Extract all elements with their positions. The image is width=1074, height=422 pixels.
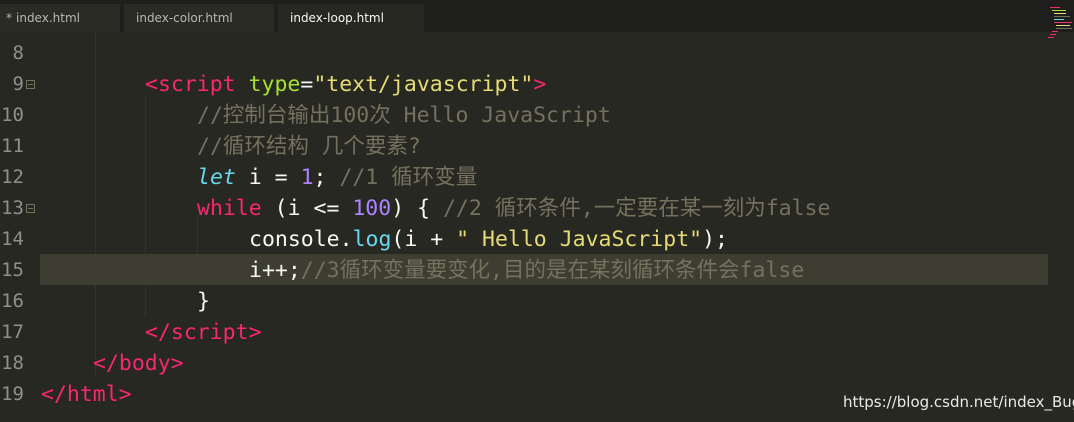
line-number: 14	[1, 228, 24, 250]
comment: //2 循环条件,一定要在某一刻为false	[442, 196, 831, 221]
code-text: ;	[313, 165, 340, 190]
minimap-line	[1052, 31, 1058, 32]
tag-bracket: >	[118, 382, 132, 407]
minimap-line	[1054, 13, 1066, 14]
code-text: (i <=	[261, 196, 353, 221]
indent-guide	[95, 32, 96, 378]
minimap-line	[1050, 34, 1056, 35]
line-number: 11	[1, 135, 24, 157]
number-literal: 100	[352, 196, 392, 221]
line-number: 13	[1, 197, 24, 219]
line-number: 15	[1, 259, 24, 281]
code-line-15: i++;//3循环变量要变化,目的是在某刻循环条件会false	[249, 255, 804, 286]
keyword: let	[197, 165, 236, 190]
fold-toggle-icon[interactable]	[26, 80, 35, 89]
tag-name: body	[118, 351, 171, 376]
tag-name: script	[170, 320, 249, 345]
line-number: 17	[1, 321, 24, 343]
fold-toggle-icon[interactable]	[26, 204, 35, 213]
equals-sign: =	[300, 72, 314, 97]
code-text: i =	[235, 165, 301, 190]
number-literal: 1	[300, 165, 314, 190]
tag-name: script	[157, 72, 236, 97]
comment: //循环结构 几个要素?	[197, 134, 421, 159]
minimap-line	[1056, 28, 1072, 29]
code-text: }	[197, 289, 210, 314]
code-line-14: console.log(i + " Hello JavaScript");	[249, 224, 728, 255]
watermark: https://blog.csdn.net/index_Bug	[843, 393, 1074, 411]
tag-bracket: >	[533, 72, 547, 97]
attribute-name: type	[248, 72, 301, 97]
tag-bracket: >	[170, 351, 184, 376]
minimap-line	[1048, 37, 1054, 38]
minimap-line	[1054, 22, 1072, 23]
line-number: 12	[1, 166, 24, 188]
code-line-19: </html>	[41, 379, 132, 410]
tag-bracket: </	[145, 320, 171, 345]
comment: //3循环变量要变化,目的是在某刻循环条件会false	[300, 258, 805, 283]
comment: //1 循环变量	[339, 165, 478, 190]
tab-index-html[interactable]: * index.html	[0, 4, 120, 32]
code-line-9: <script type="text/javascript">	[145, 69, 546, 100]
indent-guide	[197, 218, 198, 280]
tag-bracket: >	[248, 320, 262, 345]
attribute-value: "text/javascript"	[313, 72, 534, 97]
tab-index-color-html[interactable]: index-color.html	[124, 4, 274, 32]
minimap-line	[1050, 7, 1060, 8]
tab-label: index-loop.html	[290, 11, 384, 25]
minimap-line	[1054, 16, 1070, 17]
tag-bracket: </	[41, 382, 67, 407]
line-number: 8	[12, 42, 24, 64]
tag-name: html	[66, 382, 119, 407]
code-line-11: //循环结构 几个要素?	[197, 131, 421, 162]
minimap[interactable]	[1048, 5, 1072, 65]
code-line-16: }	[197, 286, 210, 317]
minimap-line	[1054, 19, 1064, 20]
line-number: 19	[1, 383, 24, 405]
tab-bar: * index.html index-color.html index-loop.…	[0, 0, 1074, 32]
code-line-13: while (i <= 100) { //2 循环条件,一定要在某一刻为fals…	[197, 193, 830, 224]
code-text: i++;	[249, 258, 301, 283]
line-number: 16	[1, 290, 24, 312]
modified-indicator: *	[6, 11, 12, 25]
code-text: );	[702, 227, 728, 252]
tag-bracket: <	[145, 72, 158, 97]
comment: //控制台输出100次 Hello JavaScript	[197, 103, 611, 128]
tab-label: index.html	[16, 11, 80, 25]
tab-label: index-color.html	[136, 11, 233, 25]
code-text: ) {	[391, 196, 443, 221]
line-number: 18	[1, 352, 24, 374]
tag-bracket: </	[93, 351, 119, 376]
minimap-line	[1052, 10, 1066, 11]
code-editor[interactable]: 8 9 10 11 12 13 14 15 16 17 18 19 <scrip…	[0, 32, 1074, 422]
line-number: 9	[12, 73, 24, 95]
keyword: while	[197, 196, 262, 221]
minimap-line	[1056, 25, 1070, 26]
tab-index-loop-html[interactable]: index-loop.html	[278, 4, 424, 32]
code-text: (i +	[391, 227, 457, 252]
line-number: 10	[1, 104, 24, 126]
line-number-gutter: 8 9 10 11 12 13 14 15 16 17 18 19	[0, 32, 40, 422]
indent-guide	[145, 94, 146, 317]
code-line-17: </script>	[145, 317, 262, 348]
function-name: log	[352, 227, 392, 252]
string-literal: " Hello JavaScript"	[456, 227, 703, 252]
code-line-18: </body>	[93, 348, 184, 379]
code-line-12: let i = 1; //1 循环变量	[197, 162, 477, 193]
object-name: console.	[249, 227, 353, 252]
code-line-10: //控制台输出100次 Hello JavaScript	[197, 100, 611, 131]
